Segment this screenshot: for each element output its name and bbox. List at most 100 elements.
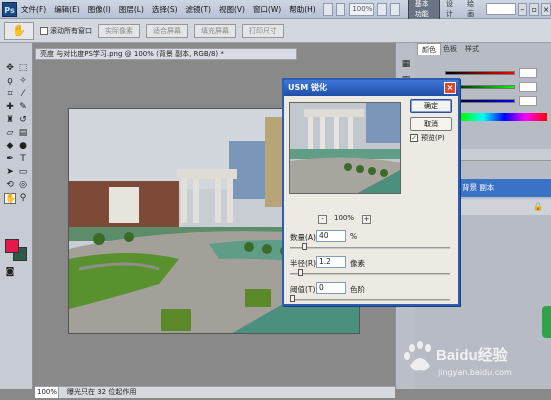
foreground-color-swatch[interactable] (5, 239, 19, 253)
gradient-tool-icon[interactable]: ▤ (17, 128, 29, 139)
close-window-button[interactable]: × (541, 2, 551, 16)
watermark-url: jingyan.baidu.com (438, 368, 512, 377)
amount-slider-thumb[interactable] (302, 243, 308, 250)
magic-wand-tool-icon[interactable]: ✧ (17, 76, 29, 87)
arrange-documents-button[interactable] (377, 2, 387, 16)
radius-unit: 像素 (350, 259, 365, 268)
history-panel-icon[interactable]: ▦ (400, 59, 412, 70)
tab-styles[interactable]: 样式 (461, 43, 483, 55)
menu-image[interactable]: 图像(I) (84, 4, 115, 15)
options-bar: ✋ 滚动所有窗口 实际像素 适合屏幕 填充屏幕 打印尺寸 (0, 19, 551, 43)
photoshop-logo: Ps (2, 1, 18, 17)
dialog-title[interactable]: USM 锐化 (284, 80, 458, 96)
workspace-painting-link[interactable]: 绘画 (461, 0, 482, 19)
quick-mask-icon[interactable]: ◙ (4, 267, 16, 278)
threshold-input[interactable]: 0 (316, 282, 346, 294)
type-tool-icon[interactable]: T (17, 154, 29, 165)
dodge-tool-icon[interactable]: ● (17, 141, 29, 152)
path-selection-tool-icon[interactable]: ➤ (4, 167, 16, 178)
zoom-out-button[interactable]: - (318, 215, 327, 224)
unsharp-mask-dialog: USM 锐化 × 确定 取消 ✓ 预览(P) - 100% + 数量(A): 4… (282, 78, 460, 306)
status-bar: 100% 曝光只在 32 位起作用 (35, 386, 395, 398)
healing-brush-tool-icon[interactable]: ✚ (4, 102, 16, 113)
hand-tool-icon: ✋ (12, 23, 26, 37)
zoom-tool-icon[interactable]: ⚲ (17, 193, 29, 204)
menu-file[interactable]: 文件(F) (17, 4, 50, 15)
shape-tool-icon[interactable]: ▭ (17, 167, 29, 178)
launch-minibridge-button[interactable] (335, 2, 346, 16)
lasso-tool-icon[interactable]: ϙ (4, 76, 16, 87)
green-value-field[interactable] (519, 82, 537, 92)
blur-tool-icon[interactable]: ◆ (4, 141, 16, 152)
workspace-design-link[interactable]: 设计 (440, 0, 461, 19)
hand-tool-icon[interactable]: ✋ (4, 193, 16, 204)
threshold-slider-thumb[interactable] (290, 295, 295, 302)
red-slider[interactable] (445, 71, 515, 75)
scroll-all-windows-checkbox[interactable] (40, 26, 48, 35)
tool-preset-picker[interactable]: ✋ (4, 21, 34, 40)
amount-input[interactable]: 40 (316, 230, 346, 242)
side-share-tab[interactable] (542, 306, 551, 338)
menu-help[interactable]: 帮助(H) (285, 4, 320, 15)
actual-pixels-button[interactable]: 实际像素 (98, 23, 140, 38)
radius-slider-thumb[interactable] (297, 269, 303, 276)
radius-label: 半径(R): (290, 259, 319, 268)
menu-view[interactable]: 视图(V) (215, 4, 249, 15)
layers-options-bar (456, 149, 551, 161)
fit-screen-button[interactable]: 适合屏幕 (146, 23, 188, 38)
preview-image (290, 103, 400, 193)
document-status-text: 曝光只在 32 位起作用 (67, 388, 137, 396)
threshold-slider-track[interactable] (290, 299, 450, 301)
toolbox: ✥ ⬚ ϙ ✧ ⌗ ⁄ ✚ ✎ ♜ ↺ ▱ ▤ ◆ ● ✒ T ➤ ▭ ⟲ ◎ … (0, 43, 33, 389)
blue-value-field[interactable] (519, 96, 537, 106)
crop-tool-icon[interactable]: ⌗ (4, 89, 16, 100)
lock-icon: 🔒 (533, 202, 543, 211)
3d-rotate-tool-icon[interactable]: ⟲ (4, 180, 16, 191)
menu-filter[interactable]: 滤镜(T) (182, 4, 215, 15)
3d-camera-tool-icon[interactable]: ◎ (17, 180, 29, 191)
clone-stamp-tool-icon[interactable]: ♜ (4, 115, 16, 126)
dialog-close-button[interactable]: × (444, 82, 456, 94)
menu-layer[interactable]: 图层(L) (115, 4, 148, 15)
threshold-unit: 色阶 (350, 285, 365, 294)
launch-bridge-button[interactable] (322, 2, 333, 16)
search-input[interactable] (486, 3, 516, 15)
layer-name: 背景 副本 (462, 183, 495, 192)
red-value-field[interactable] (519, 68, 537, 78)
restore-window-button[interactable]: ▫ (529, 2, 540, 16)
zoom-in-button[interactable]: + (362, 215, 371, 224)
filter-preview-window[interactable] (289, 102, 401, 194)
watermark-text: Baidu经验 (436, 347, 508, 364)
radius-slider-track[interactable] (290, 273, 450, 275)
radius-input[interactable]: 1.2 (316, 256, 346, 268)
preview-checkbox[interactable]: ✓ (410, 134, 418, 142)
fill-screen-button[interactable]: 填充屏幕 (194, 23, 236, 38)
menu-window[interactable]: 窗口(W) (249, 4, 285, 15)
workspace-essentials-button[interactable]: 基本功能 (407, 0, 441, 21)
layer-row-background-copy[interactable]: 背景 副本 (456, 179, 551, 197)
brush-tool-icon[interactable]: ✎ (17, 102, 29, 113)
print-size-button[interactable]: 打印尺寸 (242, 23, 284, 38)
amount-unit: % (350, 232, 358, 241)
threshold-label: 阈值(T): (290, 285, 318, 294)
move-tool-icon[interactable]: ✥ (4, 63, 16, 74)
ok-button[interactable]: 确定 (410, 99, 452, 113)
zoom-level-select[interactable]: 100% (349, 2, 375, 16)
amount-slider-track[interactable] (290, 247, 450, 249)
preview-zoom-level: 100% (334, 214, 355, 222)
tab-color[interactable]: 颜色 (417, 43, 441, 55)
menu-bar: Ps 文件(F) 编辑(E) 图像(I) 图层(L) 选择(S) 滤镜(T) 视… (0, 0, 551, 21)
zoom-status-field[interactable]: 100% (35, 387, 59, 398)
minimize-window-button[interactable]: – (517, 2, 528, 16)
cancel-button[interactable]: 取消 (410, 117, 452, 131)
marquee-tool-icon[interactable]: ⬚ (17, 63, 29, 74)
tab-swatches[interactable]: 色板 (439, 43, 461, 55)
eraser-tool-icon[interactable]: ▱ (4, 128, 16, 139)
pen-tool-icon[interactable]: ✒ (4, 154, 16, 165)
history-brush-tool-icon[interactable]: ↺ (17, 115, 29, 126)
menu-select[interactable]: 选择(S) (148, 4, 182, 15)
menu-edit[interactable]: 编辑(E) (50, 4, 84, 15)
eyedropper-tool-icon[interactable]: ⁄ (17, 89, 29, 100)
screen-mode-button[interactable] (389, 2, 400, 16)
document-tab[interactable]: 亮度 与对比度PS学习.png @ 100% (背景 副本, RGB/8) * (35, 48, 297, 60)
